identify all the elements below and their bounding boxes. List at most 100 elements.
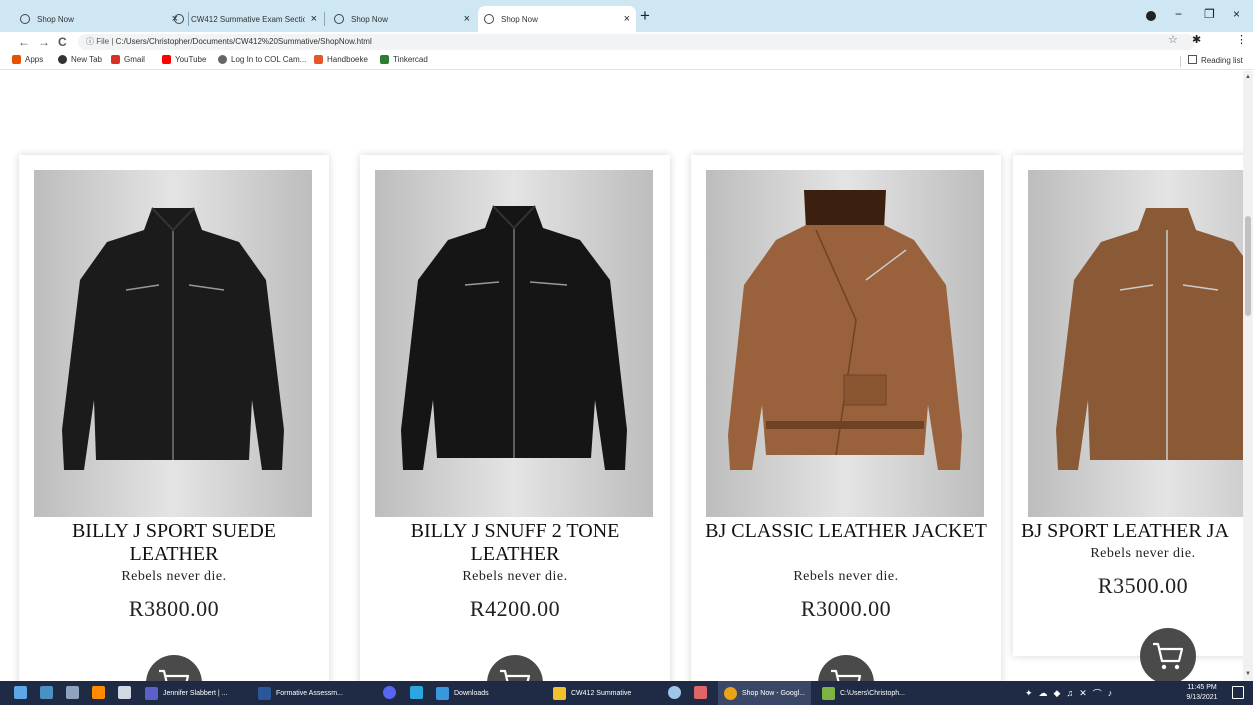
bookmark-col-cam[interactable]: Log In to COL Cam... — [218, 55, 306, 64]
jacket-illustration — [401, 205, 627, 470]
product-tagline: Rebels never die. — [121, 569, 227, 584]
add-to-cart-button[interactable] — [487, 655, 543, 681]
product-tagline: Rebels never die. — [793, 569, 899, 584]
clock-time: 11:45 PM — [1187, 684, 1217, 691]
taskbar-label: Formative Assessm... — [276, 689, 343, 697]
tab-shop-now-1[interactable]: Shop Now × — [14, 6, 184, 32]
taskbar-item-chrome[interactable]: Shop Now - Googl... — [718, 681, 812, 705]
tab-title: Shop Now — [351, 14, 388, 24]
bookmark-handboeke[interactable]: Handboeke — [314, 55, 368, 64]
tab-close-icon[interactable]: × — [464, 13, 470, 25]
reading-list-button[interactable]: Reading list — [1188, 55, 1243, 65]
tab-divider — [324, 12, 325, 26]
site-info-label[interactable]: ⓘ File | — [86, 37, 116, 46]
product-tagline: Rebels never die. — [1090, 546, 1196, 561]
add-to-cart-button[interactable] — [146, 655, 202, 681]
add-to-cart-button[interactable] — [818, 655, 874, 681]
jacket-illustration — [62, 207, 284, 470]
bookmark-apps[interactable]: Apps — [12, 55, 43, 64]
tab-shop-now-2[interactable]: Shop Now × — [328, 6, 476, 32]
tray-icon[interactable]: ✦ — [1025, 688, 1033, 699]
taskbar-item-word[interactable]: Formative Assessm... — [258, 681, 343, 705]
forward-button[interactable]: → — [38, 33, 50, 51]
scroll-up-arrow-icon[interactable]: ▲ — [1245, 74, 1251, 80]
new-tab-button[interactable]: + — [640, 6, 650, 26]
minimize-button[interactable]: − — [1175, 6, 1182, 22]
shopping-cart-icon — [500, 669, 531, 681]
shopping-cart-icon — [1153, 642, 1184, 670]
tray-icon[interactable]: ✕ — [1079, 688, 1087, 699]
shopping-cart-icon — [831, 669, 862, 681]
product-image — [375, 170, 653, 517]
globe-icon — [20, 14, 30, 24]
bookmark-new-tab[interactable]: New Tab — [58, 55, 102, 64]
close-window-button[interactable]: × — [1233, 6, 1240, 22]
bookmark-label: Log In to COL Cam... — [231, 55, 307, 64]
reload-button[interactable]: C — [58, 33, 67, 51]
taskbar-label: Downloads — [454, 689, 489, 697]
tray-icon[interactable]: ◆ — [1054, 688, 1061, 699]
maximize-button[interactable]: ❐ — [1204, 6, 1215, 22]
taskbar-item-notepad[interactable]: C:\Users\Christoph... — [822, 681, 905, 705]
app-icon[interactable] — [668, 686, 681, 699]
clock-date: 9/13/2021 — [1186, 694, 1218, 701]
wifi-icon[interactable]: ⌒ — [1093, 687, 1102, 700]
product-price: R3000.00 — [800, 596, 892, 621]
system-tray: ✦ ☁ ◆ ♫ ✕ ⌒ ♪ — [1025, 681, 1112, 705]
taskbar-item-downloads[interactable]: Downloads — [436, 681, 489, 705]
start-windows-icon[interactable] — [14, 686, 27, 699]
volume-icon[interactable]: ♪ — [1108, 688, 1113, 698]
globe-icon — [484, 14, 494, 24]
app-icon[interactable] — [694, 686, 707, 699]
bookmark-youtube[interactable]: YouTube — [162, 55, 206, 64]
apps-grid-icon — [12, 55, 21, 64]
cam-icon — [218, 55, 227, 64]
profile-icon[interactable] — [1146, 11, 1156, 21]
bookmark-label: New Tab — [71, 55, 102, 64]
bookmarks-divider — [1180, 56, 1181, 67]
taskbar-clock[interactable]: 11:45 PM 9/13/2021 — [1180, 683, 1224, 703]
globe-icon — [174, 14, 184, 24]
app-icon[interactable] — [118, 686, 131, 699]
bookmark-gmail[interactable]: Gmail — [111, 55, 145, 64]
tab-cw412[interactable]: CW412 Summative Exam Section × — [168, 6, 323, 32]
discord-icon[interactable] — [383, 686, 396, 699]
app-icon[interactable] — [410, 686, 423, 699]
tab-close-icon[interactable]: × — [624, 13, 630, 25]
bookmark-tinkercad[interactable]: Tinkercad — [380, 55, 428, 64]
address-input[interactable]: ⓘ File | C:/Users/Christopher/Documents/… — [78, 34, 1195, 50]
product-price: R4200.00 — [469, 596, 561, 621]
taskbar-label: Shop Now - Googl... — [742, 689, 806, 697]
tab-title: CW412 Summative Exam Section — [191, 14, 305, 24]
scroll-thumb[interactable] — [1245, 216, 1251, 316]
bookmarks-bar: Apps New Tab Gmail YouTube Log In to COL… — [0, 52, 1253, 70]
youtube-icon — [162, 55, 171, 64]
shopping-cart-icon — [159, 669, 190, 681]
bookmark-label: Tinkercad — [393, 55, 428, 64]
taskbar-item-teams[interactable]: Jennifer Slabbert | ... — [145, 681, 227, 705]
back-button[interactable]: ← — [18, 33, 30, 51]
scroll-down-arrow-icon[interactable]: ▼ — [1245, 671, 1251, 677]
browser-menu-icon[interactable]: ⋮ — [1236, 33, 1247, 46]
notepad-icon — [822, 686, 835, 700]
bookmark-star-icon[interactable]: ☆ — [1168, 33, 1178, 46]
notifications-icon[interactable] — [1232, 686, 1244, 699]
product-price: R3800.00 — [128, 596, 220, 621]
gmail-icon — [111, 55, 120, 64]
add-to-cart-button[interactable] — [1140, 628, 1196, 681]
tab-strip: Shop Now × CW412 Summative Exam Section … — [0, 0, 1253, 32]
tab-title: Shop Now — [501, 14, 538, 24]
tray-icon[interactable]: ☁ — [1039, 688, 1048, 699]
tray-icon[interactable]: ♫ — [1066, 688, 1073, 698]
globe-icon — [334, 14, 344, 24]
taskbar-label: C:\Users\Christoph... — [840, 689, 905, 697]
task-view-icon[interactable] — [66, 686, 79, 699]
bookmark-label: Gmail — [124, 55, 145, 64]
tab-shop-now-active[interactable]: Shop Now × — [478, 6, 636, 32]
taskbar-item-folder[interactable]: CW412 Summative — [553, 681, 631, 705]
cortana-icon[interactable] — [40, 686, 53, 699]
page-scrollbar[interactable]: ▲ ▼ — [1243, 71, 1253, 681]
app-icon[interactable] — [92, 686, 105, 699]
extensions-icon[interactable]: ✱ — [1192, 33, 1201, 46]
tab-close-icon[interactable]: × — [311, 13, 317, 25]
